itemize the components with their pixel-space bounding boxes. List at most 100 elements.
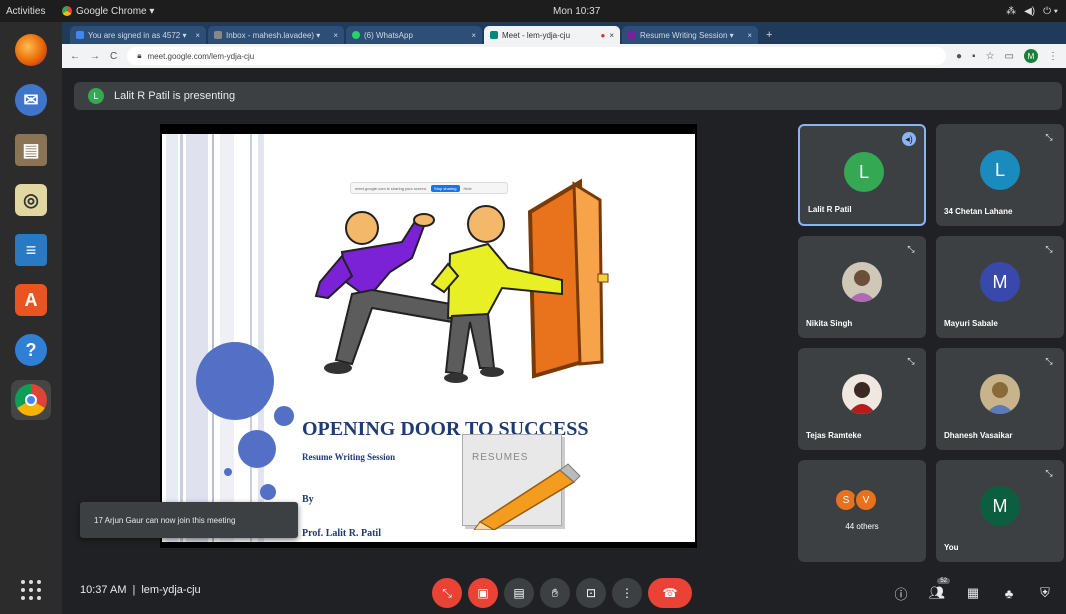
google-favicon-icon	[76, 31, 84, 39]
activities-panel-button[interactable]: ♣	[998, 582, 1020, 604]
mic-off-icon: ⤡	[442, 585, 452, 600]
app-menu[interactable]: Google Chrome ▾	[62, 6, 154, 17]
camera-off-icon: ▣	[477, 586, 489, 600]
tab-label: (6) WhatsApp	[364, 30, 413, 40]
separator: |	[132, 584, 136, 596]
captions-button[interactable]: ▤	[504, 578, 534, 608]
extensions-icon[interactable]: ▪	[972, 51, 976, 62]
participant-tile[interactable]: ⤡ L 34 Chetan Lahane	[936, 124, 1064, 226]
close-icon[interactable]: ×	[471, 31, 476, 40]
menu-kebab-icon[interactable]: ⋮	[1048, 51, 1058, 62]
dock-firefox[interactable]	[11, 30, 51, 70]
dock-files[interactable]: ▤	[11, 130, 51, 170]
close-icon[interactable]: ×	[609, 31, 614, 40]
dock-chrome[interactable]	[11, 380, 51, 420]
reload-icon[interactable]: C	[110, 51, 117, 62]
participant-tile[interactable]: ⤡ M Mayuri Sabale	[936, 236, 1064, 338]
forward-icon[interactable]: →	[90, 51, 100, 62]
host-controls-button[interactable]: ⛨	[1034, 582, 1056, 604]
chrome-icon	[15, 384, 47, 416]
volume-icon[interactable]: ◀)	[1024, 6, 1035, 17]
rhythmbox-icon: ◎	[15, 184, 47, 216]
network-icon[interactable]: ⁂	[1006, 6, 1016, 17]
dock-writer[interactable]: ≡	[11, 230, 51, 270]
activities-button[interactable]: Activities	[0, 6, 62, 17]
meeting-info: 10:37 AM | lem-ydja-cju	[80, 584, 201, 596]
participant-tile[interactable]: ⤡ Tejas Ramteke	[798, 348, 926, 450]
address-bar[interactable]: 🔒︎ meet.google.com/lem-ydja-cju	[127, 47, 946, 65]
profile-avatar[interactable]: M	[1024, 49, 1038, 63]
mic-off-icon: ⤡	[907, 355, 915, 366]
info-icon: ⓘ	[894, 586, 908, 602]
power-icon[interactable]: ⏻ ▾	[1043, 6, 1058, 17]
chrome-small-icon	[62, 6, 72, 16]
tab-whatsapp[interactable]: (6) WhatsApp ×	[346, 26, 482, 44]
writer-icon: ≡	[15, 234, 47, 266]
dock: ✉ ▤ ◎ ≡ A ?	[0, 22, 62, 614]
camera-toggle-button[interactable]: ▣	[468, 578, 498, 608]
back-icon[interactable]: ←	[70, 51, 80, 62]
more-options-button[interactable]: ⋮	[612, 578, 642, 608]
camera-icon[interactable]: ●	[956, 51, 962, 62]
tab-label: Resume Writing Session ▾	[640, 30, 734, 40]
system-top-bar: Activities Google Chrome ▾ Mon 10:37 ⁂ ◀…	[0, 0, 1066, 22]
avatar-photo	[842, 374, 882, 414]
tab-signed-in[interactable]: You are signed in as 4572 ▾ ×	[70, 26, 206, 44]
present-button[interactable]: ⊡	[576, 578, 606, 608]
close-icon[interactable]: ×	[333, 31, 338, 40]
dock-rhythmbox[interactable]: ◎	[11, 180, 51, 220]
chat-button[interactable]: ▦	[962, 582, 984, 604]
recording-dot-icon: ●	[600, 30, 606, 40]
participant-name: Lalit R Patil	[808, 205, 852, 214]
chat-icon: ▦	[966, 585, 980, 600]
participant-tile[interactable]: ⤡ Nikita Singh	[798, 236, 926, 338]
participant-name: Nikita Singh	[806, 319, 853, 328]
tab-label: You are signed in as 4572 ▾	[88, 30, 187, 40]
presentation-stage: meet.google.com is sharing your screen. …	[160, 124, 697, 548]
close-icon[interactable]: ×	[195, 31, 200, 40]
tab-resume-session[interactable]: Resume Writing Session ▾ ×	[622, 26, 758, 44]
participant-tile[interactable]: ◂) L Lalit R Patil	[798, 124, 926, 226]
raise-hand-button[interactable]: ✋︎	[540, 578, 570, 608]
show-applications-icon[interactable]	[21, 580, 41, 600]
cartoon-illustration	[314, 178, 609, 383]
avatar-photo	[842, 262, 882, 302]
avatar-photo	[980, 374, 1020, 414]
presenting-text: Lalit R Patil is presenting	[114, 90, 236, 102]
slide-subtitle: Resume Writing Session	[302, 452, 396, 462]
participant-name: Mayuri Sabale	[944, 319, 998, 328]
help-icon: ?	[15, 334, 47, 366]
browser-toolbar: ← → C 🔒︎ meet.google.com/lem-ydja-cju ● …	[62, 44, 1066, 68]
system-clock[interactable]: Mon 10:37	[553, 6, 600, 17]
software-center-icon: A	[15, 284, 47, 316]
avatar: M	[980, 262, 1020, 302]
dock-help[interactable]: ?	[11, 330, 51, 370]
participant-tile[interactable]: ⤡ Dhanesh Vasaikar	[936, 348, 1064, 450]
bookmark-star-icon[interactable]: ☆	[986, 51, 995, 62]
mic-toggle-button[interactable]: ⤡	[432, 578, 462, 608]
end-call-icon: ☎	[662, 586, 678, 600]
self-tile[interactable]: ⤡ M You	[936, 460, 1064, 562]
tab-inbox[interactable]: Inbox - mahesh.lavadee) ▾ ×	[208, 26, 344, 44]
participant-name: You	[944, 543, 959, 552]
meeting-details-button[interactable]: ⓘ	[890, 582, 912, 604]
close-icon[interactable]: ×	[747, 31, 752, 40]
new-tab-button[interactable]: +	[760, 29, 778, 44]
cast-icon[interactable]: ▭	[1005, 51, 1014, 62]
people-button[interactable]: 👥︎ 52	[926, 578, 950, 604]
mic-off-icon: ⤡	[1045, 243, 1053, 254]
tab-label: Inbox - mahesh.lavadee) ▾	[226, 30, 321, 40]
system-tray[interactable]: ⁂ ◀) ⏻ ▾	[1006, 6, 1058, 17]
app-menu-label: Google Chrome ▾	[76, 5, 155, 17]
mail-favicon-icon	[214, 31, 222, 39]
participant-name: Tejas Ramteke	[806, 431, 862, 440]
dock-thunderbird[interactable]: ✉	[11, 80, 51, 120]
activities-icon: ♣	[1004, 585, 1014, 601]
dock-software[interactable]: A	[11, 280, 51, 320]
mic-off-icon: ⤡	[1045, 131, 1053, 142]
leave-call-button[interactable]: ☎	[648, 578, 692, 608]
mic-off-icon: ⤡	[1045, 467, 1053, 478]
tab-meet[interactable]: Meet - lem-ydja-cju ● ×	[484, 26, 620, 44]
avatar: L	[844, 152, 884, 192]
others-tile[interactable]: S V 44 others	[798, 460, 926, 562]
